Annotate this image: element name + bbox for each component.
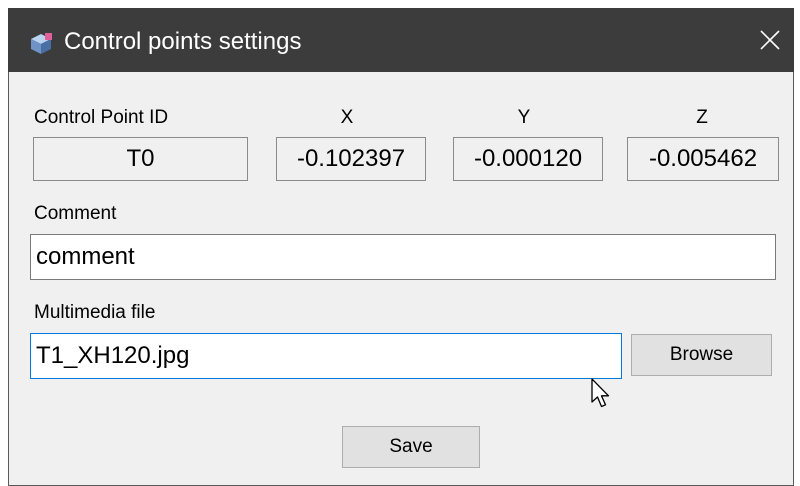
comment-input[interactable]: [30, 234, 776, 280]
multimedia-file-label: Multimedia file: [34, 302, 156, 323]
z-value: -0.005462: [627, 137, 779, 181]
save-button[interactable]: Save: [342, 426, 480, 468]
browse-button[interactable]: Browse: [631, 334, 772, 376]
mouse-pointer-icon: [590, 378, 612, 415]
title-bar: Control points settings: [8, 8, 794, 72]
window-title: Control points settings: [64, 28, 302, 55]
close-button[interactable]: [748, 18, 792, 62]
x-label: X: [340, 107, 354, 128]
control-point-id-label: Control Point ID: [34, 107, 169, 128]
z-label: Z: [696, 107, 708, 128]
app-cube-icon: [28, 32, 54, 56]
y-value: -0.000120: [453, 137, 603, 181]
x-value: -0.102397: [276, 137, 426, 181]
comment-label: Comment: [34, 203, 117, 224]
multimedia-file-input[interactable]: [30, 333, 622, 379]
y-label: Y: [517, 107, 531, 128]
control-point-id-value: T0: [33, 137, 248, 181]
